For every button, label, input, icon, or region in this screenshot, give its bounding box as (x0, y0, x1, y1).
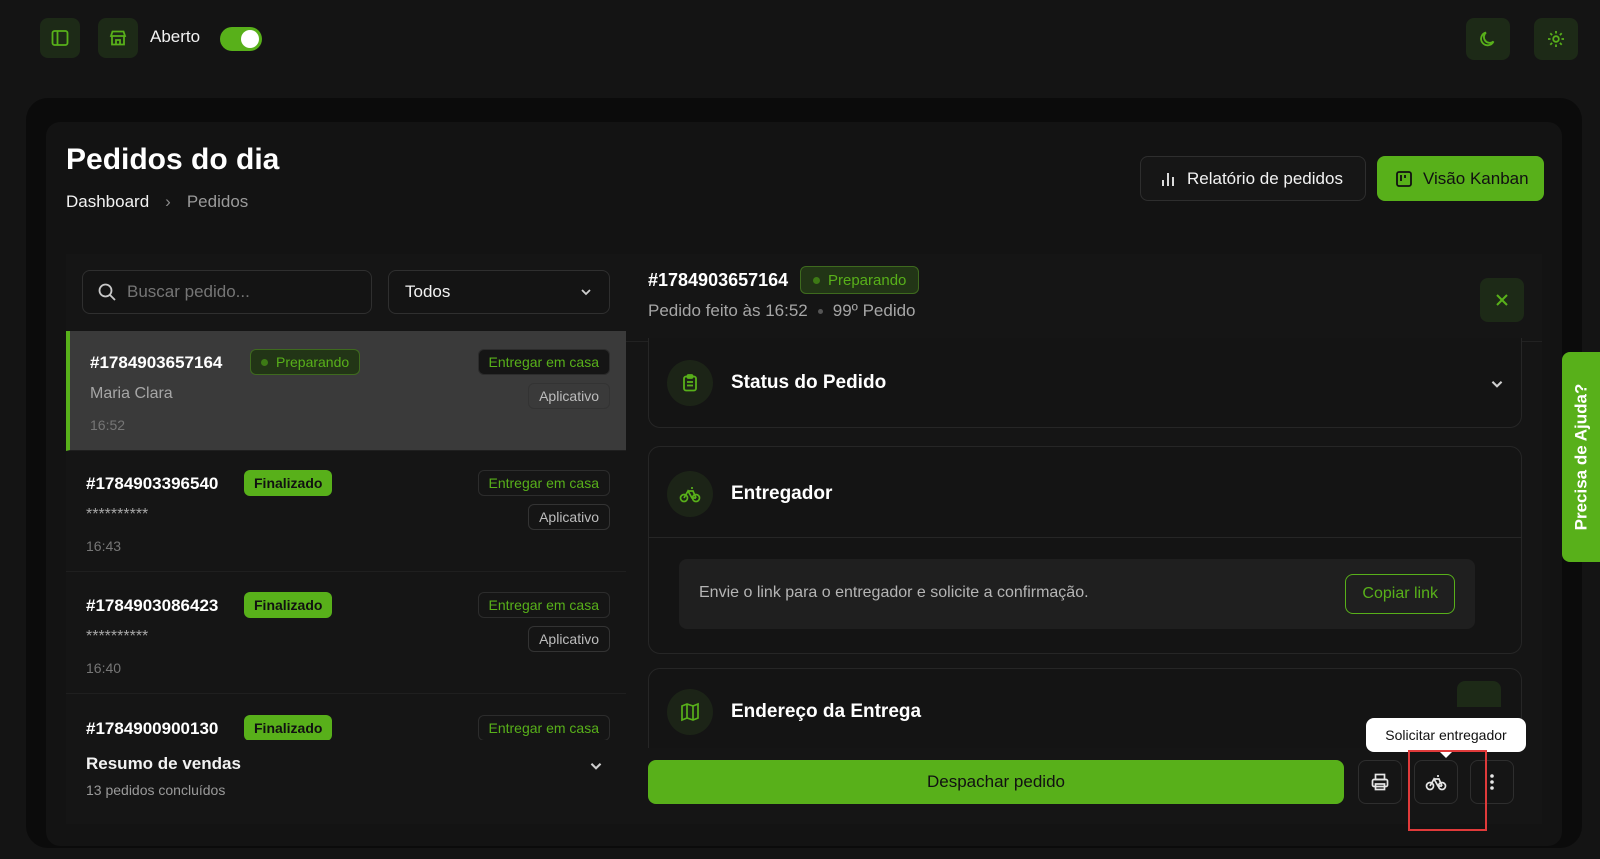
sidebar-toggle-icon (51, 30, 69, 46)
sales-summary-title: Resumo de vendas (86, 754, 241, 773)
order-id: #1784903086423 (86, 596, 219, 615)
kanban-view-button[interactable]: Visão Kanban (1377, 156, 1544, 201)
clipboard-icon-wrapper (667, 360, 713, 406)
detail-placed-at: Pedido feito às 16:52 (648, 301, 808, 320)
request-courier-tooltip: Solicitar entregador (1366, 718, 1526, 758)
chevron-down-icon (590, 762, 602, 770)
printer-icon (1371, 773, 1389, 791)
courier-message: Envie o link para o entregador e solicit… (699, 584, 1089, 601)
customer-name: ********** (86, 506, 149, 523)
source-badge: Aplicativo (528, 504, 610, 530)
bar-chart-icon (1162, 172, 1174, 186)
order-id: #1784900900130 (86, 719, 219, 738)
courier-link-box: Envie o link para o entregador e solicit… (679, 559, 1475, 629)
address-action-icon[interactable] (1457, 681, 1501, 707)
moon-icon (1480, 31, 1495, 47)
sales-summary-subtitle: 13 pedidos concluídos (86, 782, 226, 798)
store-icon (109, 30, 127, 46)
breadcrumb-separator-icon: › (165, 192, 171, 211)
order-id: #1784903657164 (90, 353, 223, 372)
highlight-box (1408, 750, 1487, 831)
detail-order-rank: 99º Pedido (832, 301, 916, 320)
chevron-down-icon (1491, 380, 1503, 388)
close-detail-button[interactable] (1480, 278, 1524, 322)
dispatch-order-button[interactable]: Despachar pedido (648, 760, 1344, 804)
status-badge: Preparando (250, 349, 361, 375)
bicycle-icon (679, 487, 701, 503)
order-list-item[interactable]: #1784903396540 Finalizado Entregar em ca… (66, 452, 626, 572)
breadcrumb: Dashboard › Pedidos (66, 192, 248, 212)
map-icon (681, 702, 699, 722)
search-icon (98, 283, 116, 301)
orders-list-panel: Todos #1784903657164 Preparando Entregar… (66, 254, 626, 824)
order-time: 16:52 (90, 417, 126, 433)
courier-divider (649, 537, 1521, 538)
order-status-section[interactable]: Status do Pedido (648, 338, 1522, 428)
order-time: 16:40 (86, 660, 122, 676)
orders-report-button[interactable]: Relatório de pedidos (1140, 156, 1366, 201)
bicycle-icon-wrapper (667, 471, 713, 517)
kanban-icon (1396, 170, 1412, 187)
theme-toggle-button[interactable] (1466, 18, 1510, 60)
delivery-type-badge: Entregar em casa (477, 470, 610, 496)
order-status-title: Status do Pedido (731, 372, 887, 393)
delivery-address-title: Endereço da Entrega (731, 701, 922, 722)
detail-status-badge: Preparando (800, 266, 920, 294)
courier-title: Entregador (731, 483, 833, 504)
source-badge: Aplicativo (528, 626, 610, 652)
order-list-item[interactable]: #1784903657164 Preparando Entregar em ca… (66, 331, 626, 451)
orders-report-label: Relatório de pedidos (1187, 168, 1343, 188)
search-input[interactable] (127, 282, 347, 302)
status-badge: Finalizado (244, 592, 333, 618)
delivery-type-badge: Entregar em casa (477, 592, 610, 618)
order-time: 16:43 (86, 538, 122, 554)
clipboard-icon (683, 374, 697, 392)
map-icon-wrapper (667, 689, 713, 735)
status-filter-value: Todos (405, 282, 451, 301)
customer-name: Maria Clara (90, 385, 173, 402)
breadcrumb-dashboard-link[interactable]: Dashboard (66, 192, 149, 212)
search-box[interactable] (82, 270, 372, 314)
sidebar-toggle-button[interactable] (40, 18, 80, 58)
delivery-type-badge: Entregar em casa (477, 715, 610, 741)
store-open-toggle[interactable] (220, 27, 262, 51)
gear-icon (1548, 31, 1564, 47)
meta-separator-icon (817, 308, 823, 314)
sales-summary[interactable]: Resumo de vendas 13 pedidos concluídos (66, 740, 626, 824)
store-status-label: Aberto (150, 27, 201, 46)
close-icon (1496, 294, 1508, 306)
settings-button[interactable] (1534, 18, 1578, 60)
customer-name: ********** (86, 628, 149, 645)
breadcrumb-current: Pedidos (186, 192, 249, 211)
detail-order-id: #1784903657164 (648, 270, 789, 290)
copy-link-button[interactable]: Copiar link (1345, 574, 1455, 614)
store-button[interactable] (98, 18, 138, 58)
help-tab-label: Precisa de Ajuda? (1571, 383, 1591, 531)
status-filter-select[interactable]: Todos (388, 270, 610, 314)
help-tab[interactable]: Precisa de Ajuda? (1562, 352, 1600, 562)
detail-action-bar: Despachar pedido (626, 748, 1542, 824)
courier-section: Entregador Envie o link para o entregado… (648, 446, 1522, 654)
more-vertical-icon (1490, 774, 1494, 790)
delivery-type-badge: Entregar em casa (477, 349, 610, 375)
chevron-down-icon (581, 289, 591, 296)
order-detail-header: #1784903657164 Preparando Pedido feito à… (626, 254, 1542, 342)
order-id: #1784903396540 (86, 474, 219, 493)
status-badge: Finalizado (244, 470, 333, 496)
print-button[interactable] (1358, 760, 1402, 804)
page-title: Pedidos do dia (66, 143, 280, 176)
source-badge: Aplicativo (528, 383, 610, 409)
kanban-view-label: Visão Kanban (1423, 168, 1529, 188)
status-badge: Finalizado (244, 715, 333, 741)
order-list-item[interactable]: #1784903086423 Finalizado Entregar em ca… (66, 574, 626, 694)
detail-meta: Pedido feito às 16:52 99º Pedido (648, 301, 916, 321)
